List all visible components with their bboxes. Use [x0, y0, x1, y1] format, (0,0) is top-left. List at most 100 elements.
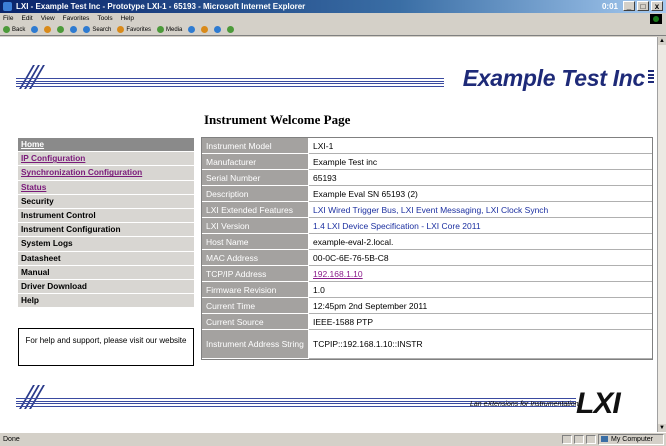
menu-help[interactable]: Help	[121, 13, 134, 24]
search-label: Search	[92, 26, 112, 33]
table-row: LXI Extended Features LXI Wired Trigger B…	[202, 202, 652, 218]
sidebar-nav: Home IP Configuration Synchronization Co…	[18, 138, 194, 309]
history-icon	[188, 26, 196, 33]
mail-icon	[201, 26, 209, 33]
row-value: 1.4 LXI Device Specification - LXI Core …	[309, 218, 652, 234]
help-support-box: For help and support, please visit our w…	[18, 328, 194, 366]
row-key: Current Time	[202, 298, 309, 314]
row-key: Instrument Address String	[202, 330, 309, 359]
row-value: 65193	[309, 170, 652, 186]
menu-tools[interactable]: Tools	[97, 13, 112, 24]
lxi-logo: LXI	[576, 387, 621, 420]
stop-icon	[44, 26, 52, 33]
nav-item-manual[interactable]: Manual	[18, 265, 194, 280]
forward-arrow-icon	[31, 26, 39, 33]
edit-button[interactable]	[227, 24, 235, 35]
title-bar: LXI - Example Test Inc - Prototype LXI-1…	[0, 0, 666, 13]
back-button[interactable]: Back	[3, 24, 25, 35]
table-row: Host Name example-eval-2.local.	[202, 234, 652, 250]
status-pane	[574, 435, 584, 444]
favorites-label: Favorites	[126, 26, 152, 33]
status-text: Done	[3, 436, 20, 443]
status-pane	[562, 435, 572, 444]
mail-button[interactable]	[201, 24, 209, 35]
stop-button[interactable]	[44, 24, 52, 35]
table-row: TCP/IP Address 192.168.1.10	[202, 266, 652, 282]
window-title: LXI - Example Test Inc - Prototype LXI-1…	[16, 2, 306, 11]
row-value: Example Test inc	[309, 154, 652, 170]
row-value: Example Eval SN 65193 (2)	[309, 186, 652, 202]
edit-icon	[227, 26, 235, 33]
nav-item-system-logs[interactable]: System Logs	[18, 237, 194, 252]
row-key: LXI Version	[202, 218, 309, 234]
table-row: MAC Address 00-0C-6E-76-5B-C8	[202, 250, 652, 266]
print-button[interactable]	[214, 24, 222, 35]
vertical-scrollbar[interactable]: ▲ ▼	[657, 37, 666, 432]
row-key: Serial Number	[202, 170, 309, 186]
row-value: LXI Wired Trigger Bus, LXI Event Messagi…	[309, 202, 652, 218]
brand-name: Example Test Inc	[462, 65, 646, 91]
nav-item-datasheet[interactable]: Datasheet	[18, 251, 194, 266]
menu-bar: File Edit View Favorites Tools Help	[0, 13, 666, 24]
nav-item-home[interactable]: Home	[18, 138, 194, 153]
table-row: Description Example Eval SN 65193 (2)	[202, 186, 652, 202]
row-key: LXI Extended Features	[202, 202, 309, 218]
brand-bars-icon	[648, 70, 654, 86]
nav-item-help[interactable]: Help	[18, 294, 194, 309]
scroll-down-icon[interactable]: ▼	[658, 424, 666, 432]
row-key: Current Source	[202, 314, 309, 330]
nav-item-status[interactable]: Status	[18, 180, 194, 195]
favorites-button[interactable]: Favorites	[117, 24, 151, 35]
row-value: TCPIP::192.168.1.10::INSTR	[309, 330, 652, 359]
menu-file[interactable]: File	[3, 13, 13, 24]
windows-logo-icon	[650, 14, 662, 24]
menu-favorites[interactable]: Favorites	[63, 13, 90, 24]
scroll-up-icon[interactable]: ▲	[658, 37, 666, 45]
home-button[interactable]	[70, 24, 78, 35]
table-row: Firmware Revision 1.0	[202, 282, 652, 298]
media-icon	[157, 26, 165, 33]
row-key: Description	[202, 186, 309, 202]
row-value: 1.0	[309, 282, 652, 298]
back-arrow-icon	[3, 26, 10, 33]
browser-window: LXI - Example Test Inc - Prototype LXI-1…	[0, 0, 666, 446]
row-key: TCP/IP Address	[202, 266, 309, 282]
ie-icon	[3, 2, 12, 11]
refresh-button[interactable]	[57, 24, 65, 35]
home-icon	[70, 26, 78, 33]
nav-item-synchronization-configuration[interactable]: Synchronization Configuration	[18, 166, 194, 181]
print-icon	[214, 26, 222, 33]
minimize-button[interactable]: _	[623, 1, 635, 11]
menu-edit[interactable]: Edit	[21, 13, 32, 24]
nav-item-instrument-configuration[interactable]: Instrument Configuration	[18, 223, 194, 238]
tray-clock: 0:01	[601, 2, 618, 11]
row-value: 00-0C-6E-76-5B-C8	[309, 250, 652, 266]
history-button[interactable]	[188, 24, 196, 35]
maximize-button[interactable]: □	[637, 1, 649, 11]
close-button[interactable]: x	[651, 1, 663, 11]
search-button[interactable]: Search	[83, 24, 111, 35]
row-value: example-eval-2.local.	[309, 234, 652, 250]
table-row: Current Time 12:45pm 2nd September 2011	[202, 298, 652, 314]
row-key: Host Name	[202, 234, 309, 250]
nav-item-ip-configuration[interactable]: IP Configuration	[18, 152, 194, 167]
forward-button[interactable]	[31, 24, 39, 35]
status-bar: Done My Computer	[0, 432, 666, 446]
nav-item-security[interactable]: Security	[18, 194, 194, 209]
back-label: Back	[12, 26, 26, 33]
table-row: Current Source IEEE-1588 PTP	[202, 314, 652, 330]
media-label: Media	[166, 26, 183, 33]
page-title: Instrument Welcome Page	[204, 112, 351, 127]
status-pane	[586, 435, 596, 444]
menu-view[interactable]: View	[41, 13, 55, 24]
row-value: IEEE-1588 PTP	[309, 314, 652, 330]
refresh-icon	[57, 26, 65, 33]
row-key: Manufacturer	[202, 154, 309, 170]
favorites-icon	[117, 26, 125, 33]
footer-tagline: Lan eXtensions for Instrumentation	[470, 401, 579, 408]
nav-item-instrument-control[interactable]: Instrument Control	[18, 208, 194, 224]
nav-item-driver-download[interactable]: Driver Download	[18, 279, 194, 295]
security-zone: My Computer	[598, 434, 664, 445]
media-button[interactable]: Media	[157, 24, 182, 35]
ip-address-link[interactable]: 192.168.1.10	[309, 266, 652, 282]
